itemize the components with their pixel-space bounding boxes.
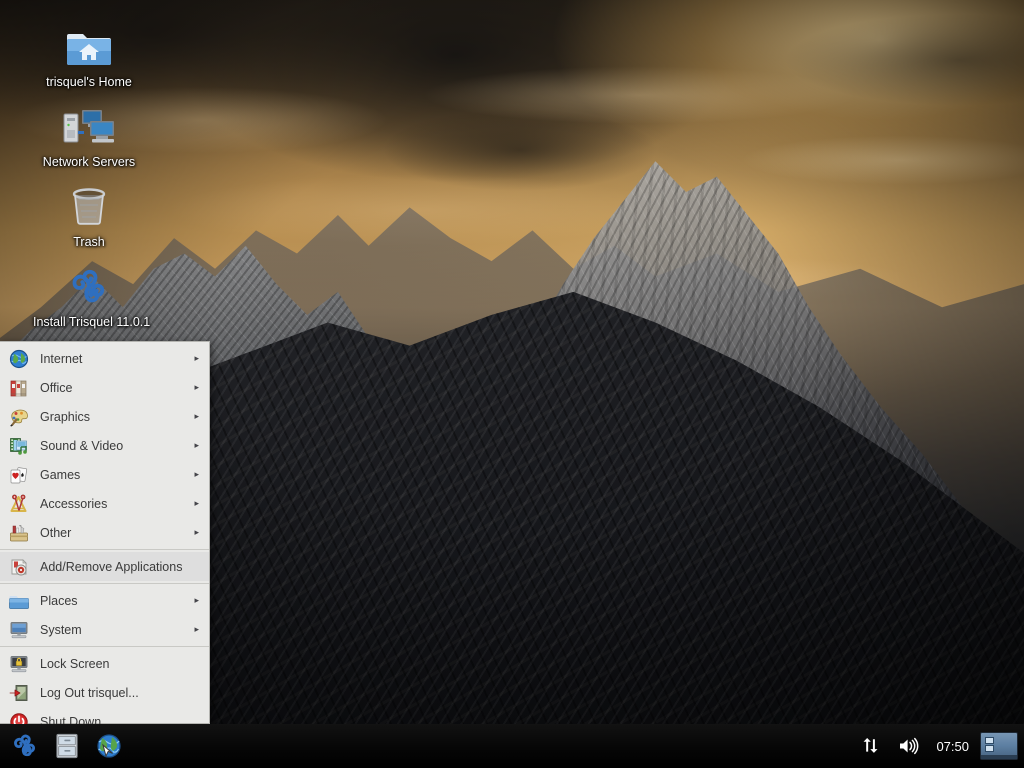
toolbox-icon [8,522,30,544]
file-manager-button[interactable] [48,727,86,765]
menu-item-log-out[interactable]: Log Out trisquel... [0,678,209,707]
clock[interactable]: 07:50 [929,739,976,754]
taskbar[interactable]: 07:50 [0,724,1024,768]
menu-item-graphics[interactable]: Graphics ▸ [0,402,209,431]
palette-icon [8,406,30,428]
menu-item-internet[interactable]: Internet ▸ [0,344,209,373]
desktop-icon-label: Network Servers [42,155,136,169]
package-cd-icon [8,556,30,578]
desktop-icon-trash[interactable]: Trash [33,182,145,249]
compass-ruler-icon [8,493,30,515]
menu-item-label: Other [40,525,72,540]
monitor-icon [8,619,30,641]
trisquel-logo-icon [33,262,145,312]
taskbar-launchers [0,727,128,765]
system-tray: 07:50 [853,727,1024,765]
menu-item-system[interactable]: System ▸ [0,615,209,644]
chevron-right-icon: ▸ [194,440,199,450]
desktop-icon-label: Install Trisquel 11.0.1 [33,315,151,329]
menu-item-add-remove-applications[interactable]: Add/Remove Applications [0,552,209,581]
menu-item-label: System [40,622,82,637]
desktop-icon-home-folder[interactable]: trisquel's Home [33,22,145,89]
folder-icon [8,590,30,612]
chevron-right-icon: ▸ [194,624,199,634]
chevron-right-icon: ▸ [194,411,199,421]
menu-item-label: Sound & Video [40,438,124,453]
menu-item-other[interactable]: Other ▸ [0,518,209,547]
menu-item-label: Graphics [40,409,91,424]
network-servers-icon [33,102,145,152]
applications-menu[interactable]: Internet ▸ Office ▸ Graphics ▸ Sound & V… [0,341,210,731]
menu-item-lock-screen[interactable]: Lock Screen [0,649,209,678]
chevron-right-icon: ▸ [194,382,199,392]
menu-item-label: Games [40,467,81,482]
chevron-right-icon: ▸ [194,469,199,479]
media-icon [8,435,30,457]
desktop[interactable]: trisquel's Home Network Servers Trash In… [0,0,1024,768]
workspace-switcher[interactable] [980,732,1018,760]
home-folder-icon [33,22,145,72]
menu-item-sound-and-video[interactable]: Sound & Video ▸ [0,431,209,460]
web-browser-button[interactable] [90,727,128,765]
menu-separator [0,583,209,584]
globe-icon [8,348,30,370]
trash-icon [33,182,145,232]
menu-separator [0,549,209,550]
desktop-icon-install-trisquel[interactable]: Install Trisquel 11.0.1 [33,262,151,329]
menu-item-label: Add/Remove Applications [40,559,183,574]
chevron-right-icon: ▸ [194,498,199,508]
menu-item-label: Lock Screen [40,656,110,671]
menu-item-label: Accessories [40,496,108,511]
cards-icon [8,464,30,486]
desktop-icon-network-servers[interactable]: Network Servers [33,102,145,169]
chevron-right-icon: ▸ [194,527,199,537]
menu-item-office[interactable]: Office ▸ [0,373,209,402]
applications-menu-button[interactable] [6,727,44,765]
pager-window [985,737,994,744]
chevron-right-icon: ▸ [194,595,199,605]
menu-separator [0,646,209,647]
chevron-right-icon: ▸ [194,353,199,363]
logout-icon [8,682,30,704]
desktop-icon-label: Trash [73,235,105,249]
menu-item-label: Internet [40,351,83,366]
menu-item-places[interactable]: Places ▸ [0,586,209,615]
menu-item-label: Places [40,593,78,608]
menu-item-games[interactable]: Games ▸ [0,460,209,489]
menu-item-label: Office [40,380,73,395]
desktop-icon-label: trisquel's Home [46,75,132,89]
pager-taskbar-strip [981,755,1017,759]
volume-tray-icon[interactable] [891,727,927,765]
menu-item-label: Log Out trisquel... [40,685,139,700]
menu-item-accessories[interactable]: Accessories ▸ [0,489,209,518]
lock-screen-icon [8,653,30,675]
network-tray-icon[interactable] [853,727,889,765]
pager-window [985,745,994,752]
binders-icon [8,377,30,399]
